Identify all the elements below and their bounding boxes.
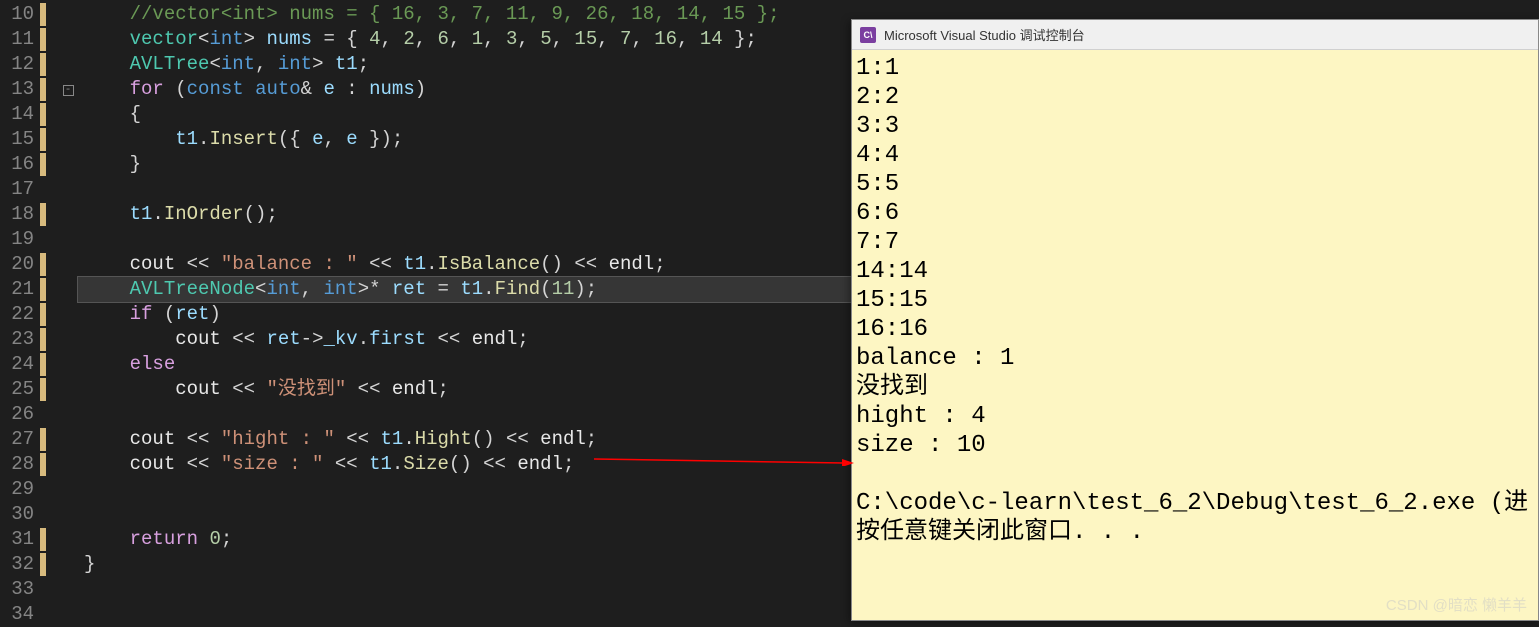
code-line[interactable]: cout << "没找到" << endl; [84,377,851,402]
change-mark [40,302,58,327]
code-line[interactable]: { [84,102,851,127]
change-mark [40,127,58,152]
code-line[interactable]: for (const auto& e : nums) [84,77,851,102]
line-number: 30 [0,502,34,527]
fold-toggle-icon[interactable]: - [63,85,74,96]
code-editor[interactable]: 1011121314151617181920212223242526272829… [0,0,851,621]
line-number: 11 [0,27,34,52]
change-mark [40,377,58,402]
line-number: 29 [0,477,34,502]
code-line[interactable]: AVLTree<int, int> t1; [84,52,851,77]
line-number: 25 [0,377,34,402]
code-line[interactable] [84,577,851,602]
line-number: 24 [0,352,34,377]
change-mark [40,602,58,627]
change-mark [40,102,58,127]
change-mark [40,502,58,527]
change-mark [40,52,58,77]
change-mark [40,402,58,427]
line-number: 17 [0,177,34,202]
code-line[interactable] [84,402,851,427]
change-mark [40,177,58,202]
change-marks-gutter [40,0,58,621]
change-mark [40,527,58,552]
change-mark [40,552,58,577]
change-mark [40,2,58,27]
change-mark [40,227,58,252]
line-number: 21 [0,277,34,302]
change-mark [40,202,58,227]
line-number-gutter: 1011121314151617181920212223242526272829… [0,0,40,621]
code-line[interactable] [84,502,851,527]
change-mark [40,477,58,502]
line-number: 14 [0,102,34,127]
code-line[interactable]: cout << ret->_kv.first << endl; [84,327,851,352]
line-number: 23 [0,327,34,352]
fold-gutter[interactable]: - [58,0,78,621]
line-number: 27 [0,427,34,452]
code-area[interactable]: //vector<int> nums = { 16, 3, 7, 11, 9, … [78,0,851,621]
change-mark [40,252,58,277]
line-number: 26 [0,402,34,427]
line-number: 20 [0,252,34,277]
line-number: 34 [0,602,34,627]
code-line[interactable]: vector<int> nums = { 4, 2, 6, 1, 3, 5, 1… [84,27,851,52]
code-line[interactable]: AVLTreeNode<int, int>* ret = t1.Find(11)… [78,277,851,302]
code-line[interactable]: return 0; [84,527,851,552]
code-line[interactable]: t1.Insert({ e, e }); [84,127,851,152]
change-mark [40,77,58,102]
line-number: 28 [0,452,34,477]
change-mark [40,577,58,602]
change-mark [40,327,58,352]
line-number: 16 [0,152,34,177]
code-line[interactable]: } [84,552,851,577]
change-mark [40,152,58,177]
change-mark [40,427,58,452]
code-line[interactable] [84,227,851,252]
code-line[interactable]: cout << "hight : " << t1.Hight() << endl… [84,427,851,452]
line-number: 22 [0,302,34,327]
code-line[interactable]: if (ret) [84,302,851,327]
line-number: 13 [0,77,34,102]
console-title: Microsoft Visual Studio 调试控制台 [884,25,1085,44]
line-number: 12 [0,52,34,77]
change-mark [40,27,58,52]
debug-console-window[interactable]: C\ Microsoft Visual Studio 调试控制台 1:1 2:2… [851,19,1539,621]
code-line[interactable] [84,602,851,627]
code-line[interactable]: t1.InOrder(); [84,202,851,227]
code-line[interactable]: //vector<int> nums = { 16, 3, 7, 11, 9, … [84,2,851,27]
vs-icon: C\ [860,27,876,43]
code-line[interactable]: cout << "size : " << t1.Size() << endl; [84,452,851,477]
code-line[interactable]: cout << "balance : " << t1.IsBalance() <… [84,252,851,277]
change-mark [40,452,58,477]
code-line[interactable]: } [84,152,851,177]
line-number: 19 [0,227,34,252]
change-mark [40,277,58,302]
console-titlebar[interactable]: C\ Microsoft Visual Studio 调试控制台 [852,20,1538,50]
code-line[interactable] [84,177,851,202]
console-output[interactable]: 1:1 2:2 3:3 4:4 5:5 6:6 7:7 14:14 15:15 … [852,50,1538,551]
line-number: 32 [0,552,34,577]
code-line[interactable] [84,477,851,502]
line-number: 33 [0,577,34,602]
line-number: 15 [0,127,34,152]
line-number: 10 [0,2,34,27]
line-number: 18 [0,202,34,227]
line-number: 31 [0,527,34,552]
code-line[interactable]: else [84,352,851,377]
change-mark [40,352,58,377]
